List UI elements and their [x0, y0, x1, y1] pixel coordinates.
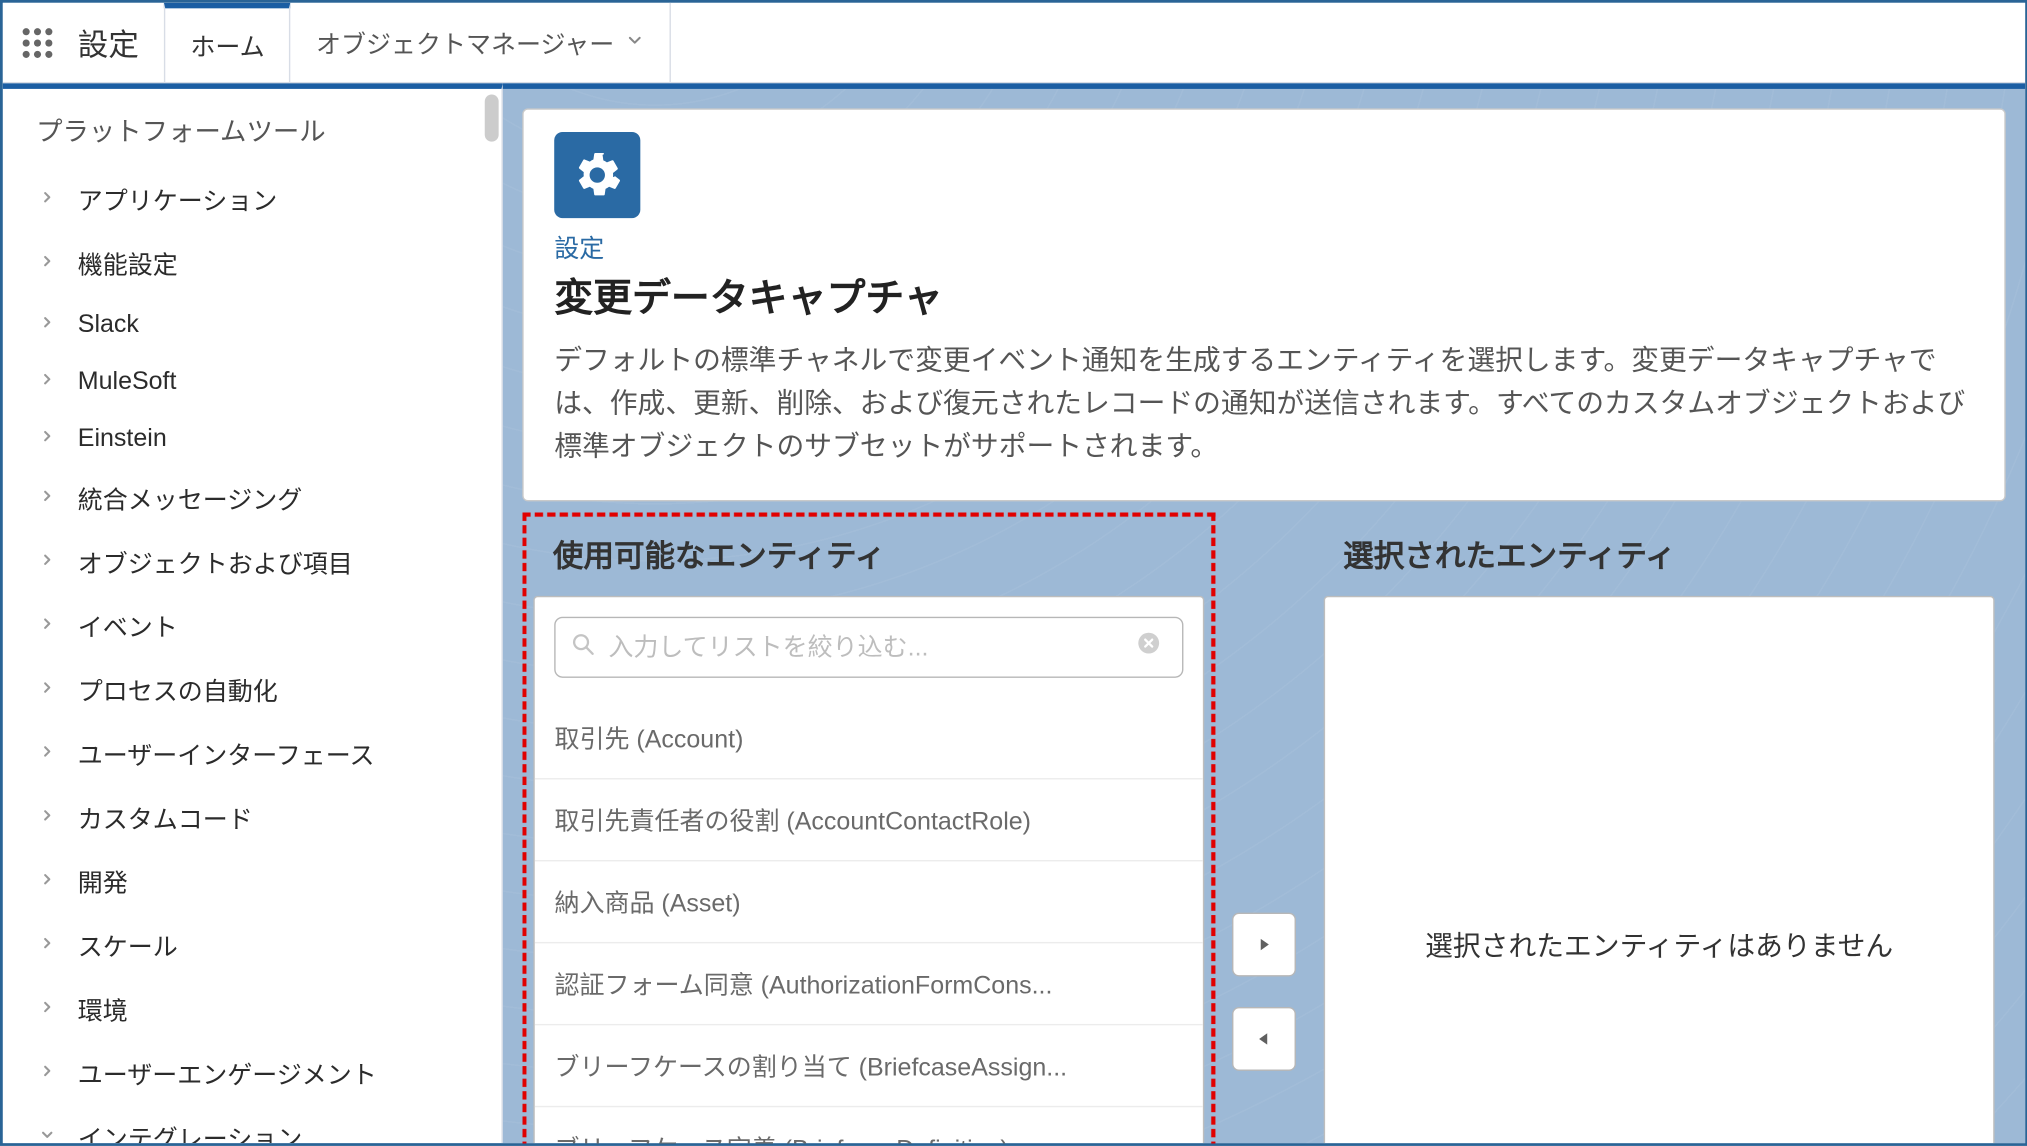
topbar: 設定 ホーム オブジェクトマネージャー	[3, 3, 2025, 84]
sidebar-item[interactable]: インテグレーション	[11, 1106, 501, 1144]
selected-panel: 選択されたエンティティはありません	[1324, 596, 1995, 1143]
app-launcher-icon[interactable]	[3, 3, 72, 82]
chevron-right-icon	[36, 486, 58, 511]
list-item[interactable]: ブリーフケースの割り当て (BriefcaseAssign...	[535, 1025, 1203, 1107]
tab-object-manager[interactable]: オブジェクトマネージャー	[291, 3, 671, 82]
chevron-right-icon	[36, 870, 58, 895]
chevron-right-icon	[36, 997, 58, 1022]
chevron-right-icon	[36, 933, 58, 958]
page-header-card: 設定 変更データキャプチャ デフォルトの標準チャネルで変更イベント通知を生成する…	[522, 108, 2005, 501]
sidebar-item[interactable]: イベント	[11, 594, 501, 658]
sidebar-item-label: アプリケーション	[78, 182, 278, 218]
sidebar-item-label: プロセスの自動化	[78, 672, 278, 708]
breadcrumb: 設定	[554, 229, 1974, 265]
search-input[interactable]	[608, 633, 1129, 662]
sidebar-item[interactable]: プロセスの自動化	[11, 658, 501, 722]
sidebar-item-label: 機能設定	[78, 246, 178, 282]
chevron-down-icon	[625, 28, 644, 57]
sidebar-item-label: インテグレーション	[78, 1120, 303, 1144]
sidebar-item-label: スケール	[78, 928, 178, 964]
sidebar: プラットフォームツール アプリケーション機能設定 Slack MuleSoft Ein…	[3, 83, 503, 1143]
chevron-right-icon	[36, 312, 58, 337]
chevron-right-icon	[36, 806, 58, 831]
list-item[interactable]: 取引先責任者の役割 (AccountContactRole)	[535, 779, 1203, 861]
sidebar-item[interactable]: ユーザーエンゲージメント	[11, 1042, 501, 1106]
available-panel: 取引先 (Account)取引先責任者の役割 (AccountContactRo…	[533, 596, 1204, 1143]
chevron-right-icon	[36, 188, 58, 213]
tab-label: ホーム	[190, 27, 264, 63]
sidebar-item-label: イベント	[78, 608, 178, 644]
sidebar-items: アプリケーション機能設定 Slack MuleSoft Einstein 統合メッセージ…	[11, 168, 501, 1143]
available-title: 使用可能なエンティティ	[528, 510, 1210, 596]
sidebar-item[interactable]: カスタムコード	[11, 786, 501, 850]
gear-icon	[554, 132, 640, 218]
chevron-right-icon	[36, 678, 58, 703]
app-title: 設定	[72, 20, 164, 64]
chevron-right-icon	[36, 251, 58, 276]
sidebar-item[interactable]: 機能設定	[11, 232, 501, 296]
sidebar-item[interactable]: 開発	[11, 850, 501, 914]
sidebar-item-label: カスタムコード	[78, 800, 253, 836]
sidebar-item-label: Einstein	[78, 424, 167, 453]
scrollbar-thumb[interactable]	[485, 94, 499, 141]
selected-title: 選択されたエンティティ	[1318, 510, 2000, 596]
chevron-right-icon	[36, 426, 58, 451]
sidebar-item-label: オブジェクトおよび項目	[78, 544, 353, 580]
sidebar-item[interactable]: 環境	[11, 978, 501, 1042]
sidebar-section-title: プラットフォームツール	[11, 100, 501, 168]
list-item[interactable]: 納入商品 (Asset)	[535, 861, 1203, 943]
sidebar-item-label: ユーザーエンゲージメント	[78, 1056, 377, 1092]
sidebar-item[interactable]: スケール	[11, 914, 501, 978]
list-item[interactable]: 取引先 (Account)	[535, 697, 1203, 779]
move-buttons	[1210, 510, 1318, 1071]
sidebar-item[interactable]: ユーザーインターフェース	[11, 722, 501, 786]
chevron-down-icon	[36, 1125, 58, 1143]
sidebar-item-label: 統合メッセージング	[78, 481, 303, 517]
sidebar-item-label: ユーザーインターフェース	[78, 736, 375, 772]
list-item[interactable]: ブリーフケース定義 (BriefcaseDefinition)	[535, 1107, 1203, 1143]
chevron-right-icon	[36, 550, 58, 575]
chevron-right-icon	[36, 742, 58, 767]
page-description: デフォルトの標準チャネルで変更イベント通知を生成するエンティティを選択します。変…	[554, 340, 1974, 469]
sidebar-item[interactable]: 統合メッセージング	[11, 467, 501, 531]
search-input-wrap	[554, 617, 1183, 678]
clear-search-button[interactable]	[1129, 626, 1168, 668]
sidebar-item-label: Slack	[78, 310, 139, 339]
sidebar-item[interactable]: Slack	[11, 296, 501, 353]
move-right-button[interactable]	[1232, 913, 1296, 977]
sidebar-item-label: MuleSoft	[78, 367, 177, 396]
sidebar-item-label: 開発	[78, 864, 128, 900]
chevron-right-icon	[36, 1061, 58, 1086]
chevron-right-icon	[36, 369, 58, 394]
selected-empty-message: 選択されたエンティティはありません	[1325, 597, 1993, 1143]
main-area: 設定 変更データキャプチャ デフォルトの標準チャネルで変更イベント通知を生成する…	[503, 83, 2025, 1143]
chevron-right-icon	[36, 614, 58, 639]
available-list[interactable]: 取引先 (Account)取引先責任者の役割 (AccountContactRo…	[535, 697, 1203, 1143]
sidebar-item-label: 環境	[78, 992, 128, 1028]
sidebar-item[interactable]: アプリケーション	[11, 168, 501, 232]
move-left-button[interactable]	[1232, 1007, 1296, 1071]
sidebar-item[interactable]: MuleSoft	[11, 353, 501, 410]
list-item[interactable]: 認証フォーム同意 (AuthorizationFormCons...	[535, 943, 1203, 1025]
tab-label: オブジェクトマネージャー	[316, 24, 614, 60]
tab-home[interactable]: ホーム	[164, 3, 291, 82]
search-icon	[569, 630, 597, 665]
sidebar-item[interactable]: オブジェクトおよび項目	[11, 531, 501, 595]
sidebar-item[interactable]: Einstein	[11, 410, 501, 467]
page-title: 変更データキャプチャ	[554, 268, 1974, 324]
